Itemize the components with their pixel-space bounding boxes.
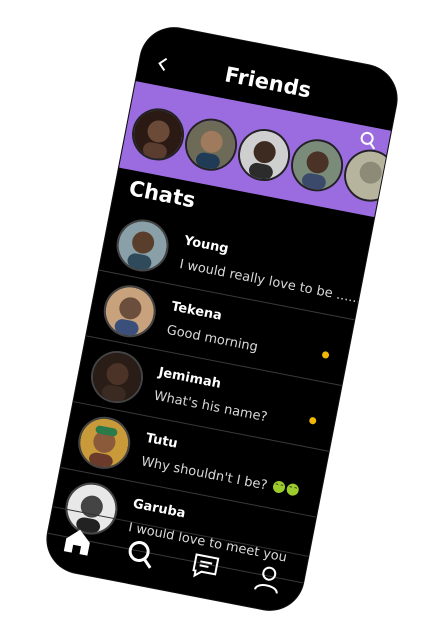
avatar-photo [129, 106, 187, 163]
avatar [73, 412, 135, 474]
avatar-photo [235, 126, 293, 184]
chat-name: Jemimah [157, 365, 223, 392]
avatar-photo [88, 348, 146, 406]
grinning-emoji-icon [285, 482, 301, 497]
grinning-emoji-icon [272, 479, 287, 495]
nav-profile-button[interactable] [251, 561, 286, 596]
friend-avatar[interactable] [127, 103, 189, 165]
friend-avatar[interactable] [233, 124, 295, 186]
chat-message: What's his name? [152, 388, 269, 426]
avatar-photo [101, 283, 158, 340]
avatar [99, 280, 161, 342]
friend-avatar[interactable] [180, 114, 242, 176]
nav-home-button[interactable] [60, 524, 95, 559]
chat-name: Tekena [170, 299, 224, 324]
avatar [86, 346, 148, 408]
chat-name: Tutu [144, 430, 179, 452]
avatar-photo [76, 414, 133, 471]
nav-messages-button[interactable] [188, 549, 223, 584]
search-icon [128, 540, 152, 569]
chat-message: Good morning [165, 322, 260, 356]
nav-search-button[interactable] [123, 536, 158, 571]
chat-icon [192, 553, 220, 578]
avatar-photo [182, 116, 240, 173]
chat-name: Garuba [131, 496, 187, 522]
friend-avatar[interactable] [339, 145, 401, 207]
home-icon [63, 529, 90, 556]
avatar-photo [341, 147, 399, 204]
unread-dot [308, 416, 317, 425]
chats-heading: Chats [127, 176, 198, 213]
friend-avatar[interactable] [286, 134, 348, 196]
stage: Friends Chats Young I would really love … [0, 0, 445, 638]
unread-dot [321, 350, 330, 360]
avatar [112, 215, 174, 276]
avatar-photo [114, 217, 171, 274]
phone-screen: Friends Chats Young I would really love … [41, 22, 403, 616]
user-icon [254, 566, 278, 594]
chat-name: Young [182, 233, 230, 257]
avatar-photo [288, 137, 346, 194]
